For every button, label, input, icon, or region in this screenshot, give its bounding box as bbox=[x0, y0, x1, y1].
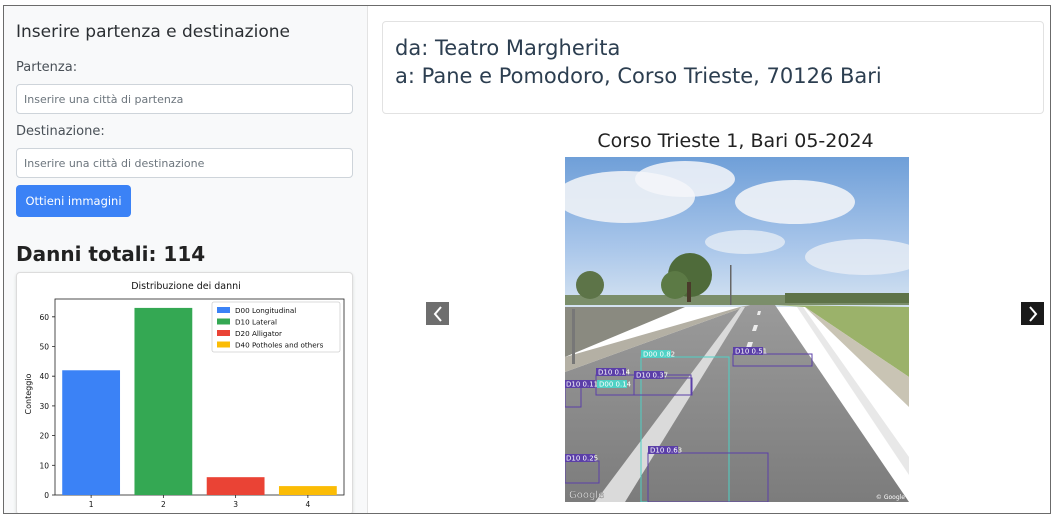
x-tick-label: 3 bbox=[233, 500, 238, 509]
carousel-prev-button[interactable] bbox=[426, 302, 449, 325]
copyright-watermark: © Google bbox=[876, 494, 905, 501]
start-input[interactable] bbox=[16, 84, 353, 114]
detection-label: D10 0.25 bbox=[566, 455, 598, 463]
carousel-next-button[interactable] bbox=[1021, 302, 1044, 325]
y-tick-label: 0 bbox=[44, 491, 49, 500]
damage-chart-card: Distribuzione dei danni Conteggio 0 10 20 3… bbox=[16, 272, 353, 513]
route-card: da: Teatro Margherita a: Pane e Pomodoro… bbox=[382, 21, 1044, 114]
legend-swatch bbox=[217, 330, 230, 336]
legend-swatch bbox=[217, 318, 230, 325]
chart-ylabel: Conteggio bbox=[24, 373, 33, 414]
chart-title: Distribuzione dei danni bbox=[131, 281, 241, 292]
image-caption-text: Corso Trieste 1, Bari 05-2024 bbox=[597, 130, 874, 152]
destination-label: Destinazione: bbox=[16, 124, 105, 139]
total-damage-heading: Danni totali: 114 bbox=[16, 242, 206, 266]
legend-swatch bbox=[217, 341, 230, 348]
get-images-button[interactable]: Ottieni immagini bbox=[16, 185, 131, 217]
y-tick-label: 50 bbox=[39, 343, 49, 352]
start-label: Partenza: bbox=[16, 60, 78, 75]
street-view-image: D00 0.82 D10 0.51 D10 0.14 D10 0.37 D10 … bbox=[565, 157, 909, 502]
x-tick-label: 2 bbox=[161, 500, 166, 509]
main-content: da: Teatro Margherita a: Pane e Pomodoro… bbox=[369, 6, 1050, 513]
chart-bar bbox=[278, 486, 337, 495]
y-tick-label: 60 bbox=[39, 313, 49, 322]
y-tick-label: 30 bbox=[39, 402, 49, 411]
chart-bar bbox=[134, 307, 193, 495]
sidebar: Inserire partenza e destinazione Partenz… bbox=[4, 6, 368, 513]
street-view-photo: D00 0.82 D10 0.51 D10 0.14 D10 0.37 D10 … bbox=[565, 157, 909, 502]
detection-label: D00 0.14 bbox=[599, 381, 632, 389]
detection-label: D10 0.63 bbox=[650, 447, 682, 455]
legend-entry: D40 Potholes and others bbox=[235, 341, 324, 350]
detection-label: D00 0.82 bbox=[643, 351, 675, 359]
detection-label: D10 0.14 bbox=[598, 369, 631, 377]
destination-input[interactable] bbox=[16, 148, 353, 178]
legend-entry: D00 Longitudinal bbox=[235, 306, 296, 315]
chevron-right-icon bbox=[1028, 305, 1037, 322]
sidebar-title: Inserire partenza e destinazione bbox=[16, 22, 290, 42]
detection-label: D10 0.51 bbox=[735, 348, 767, 356]
chart-bar bbox=[62, 370, 121, 495]
chevron-left-icon bbox=[433, 305, 442, 322]
detection-label: D10 0.11 bbox=[566, 381, 598, 389]
google-watermark: Google bbox=[569, 490, 604, 501]
damage-bar-chart: Distribuzione dei danni Conteggio 0 10 20 3… bbox=[24, 281, 345, 509]
y-tick-label: 40 bbox=[39, 372, 49, 381]
detection-label: D10 0.37 bbox=[636, 372, 668, 380]
route-from: da: Teatro Margherita bbox=[395, 36, 621, 60]
route-to: a: Pane e Pomodoro, Corso Trieste, 70126… bbox=[395, 64, 882, 88]
legend-entry: D20 Alligator bbox=[235, 329, 282, 338]
legend-entry: D10 Lateral bbox=[235, 318, 277, 327]
y-tick-label: 20 bbox=[39, 432, 49, 441]
chart-bar bbox=[206, 477, 265, 495]
app-window: Inserire partenza e destinazione Partenz… bbox=[3, 5, 1051, 514]
y-tick-label: 10 bbox=[39, 461, 49, 470]
x-tick-label: 4 bbox=[305, 500, 310, 509]
legend-swatch bbox=[217, 307, 230, 313]
x-tick-label: 1 bbox=[89, 500, 94, 509]
image-caption: Corso Trieste 1, Bari 05-2024 bbox=[369, 130, 1050, 152]
